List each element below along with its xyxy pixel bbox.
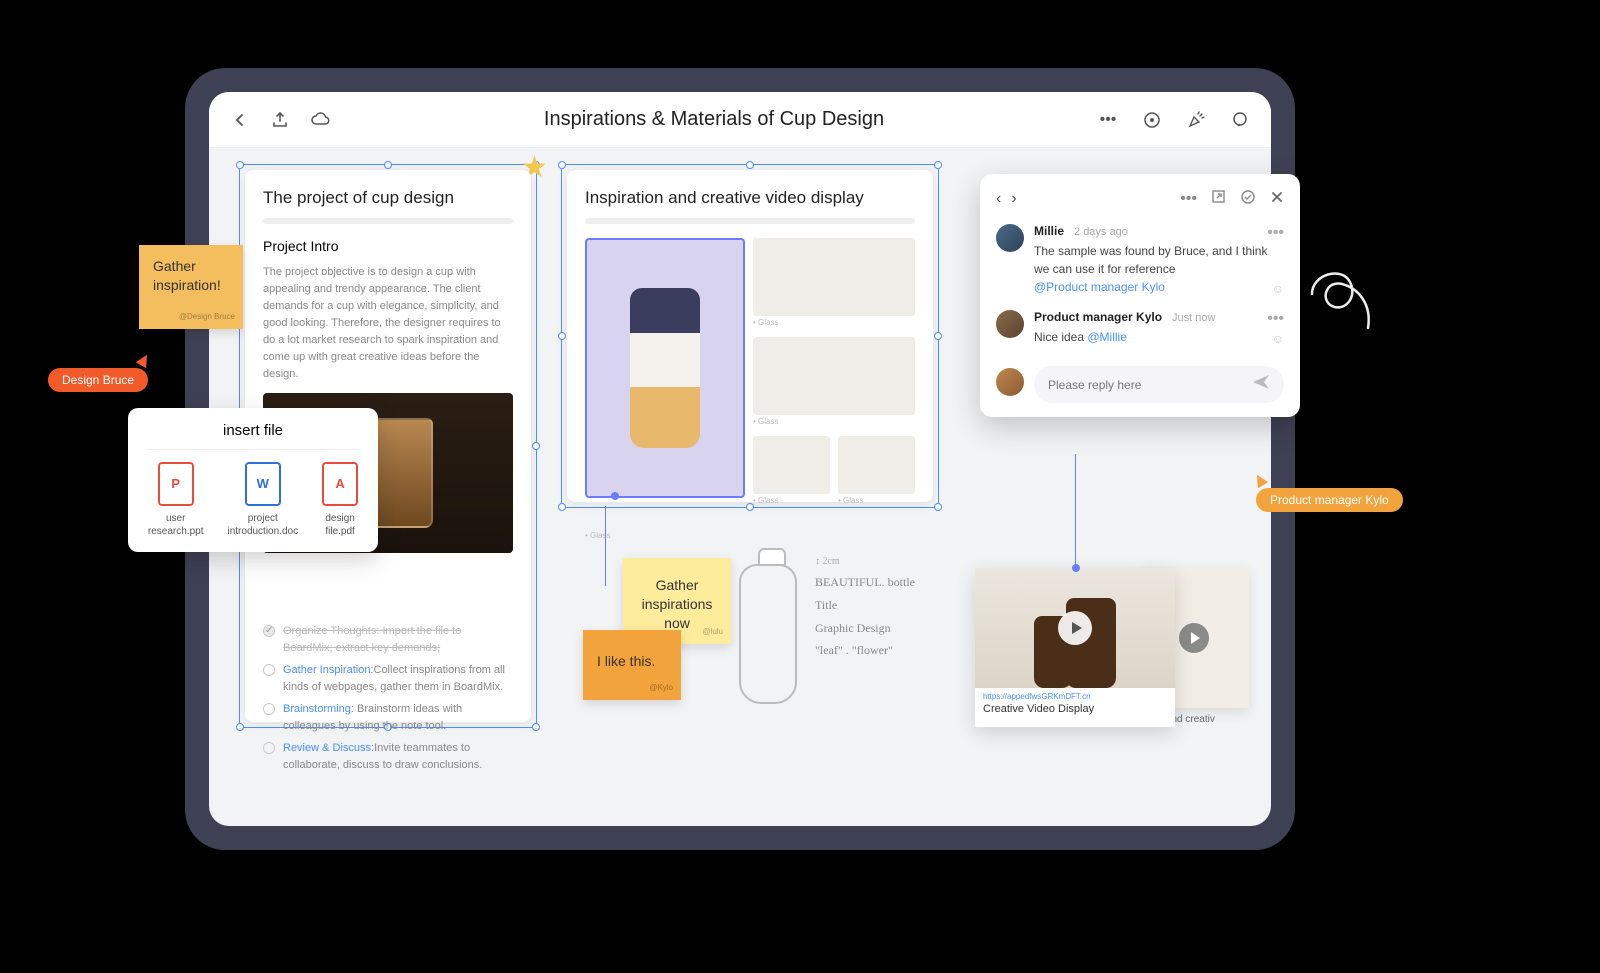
file-list: Puser research.ppt Wproject introduction…: [146, 462, 360, 538]
task-item[interactable]: Brainstorming: Brainstorm ideas with col…: [263, 701, 513, 734]
video-card[interactable]: https://appedfwsGRKmDFT.cn Creative Vide…: [975, 568, 1175, 727]
comment-time: 2 days ago: [1074, 226, 1128, 238]
project-card-title: The project of cup design: [263, 188, 513, 208]
export-icon[interactable]: [269, 109, 291, 131]
avatar: [996, 224, 1024, 252]
sticky-text: Gather inspiration!: [153, 258, 221, 293]
sticky-text: I like this.: [597, 653, 655, 669]
cursor-badge-kylo: Product manager Kylo: [1256, 488, 1403, 512]
prev-icon[interactable]: ‹: [996, 188, 1001, 210]
task-item[interactable]: Review & Discuss:Invite teammates to col…: [263, 740, 513, 773]
bottle-sketch: ↕ 2cm BEAUTIFUL. bottle Title Graphic De…: [739, 548, 969, 704]
inspiration-gallery: • Glass • Glass • Glass • Glass • Glass: [585, 238, 915, 540]
divider: [585, 218, 915, 224]
sticky-note-like[interactable]: I like this. @Kylo: [583, 630, 681, 700]
project-intro-heading: Project Intro: [263, 238, 513, 254]
expand-icon[interactable]: [1211, 189, 1226, 209]
more-icon[interactable]: •••: [1180, 190, 1197, 208]
comment-author: Product manager Kylo: [1034, 310, 1162, 324]
task-item[interactable]: Organize Thoughts: Import the file to Bo…: [263, 623, 513, 656]
avatar: [996, 368, 1024, 396]
record-icon[interactable]: [1141, 109, 1163, 131]
topbar: Inspirations & Materials of Cup Design •…: [209, 92, 1271, 148]
more-icon[interactable]: •••: [1097, 109, 1119, 131]
thumbnail[interactable]: [753, 337, 915, 415]
file-item[interactable]: Wproject introduction.doc: [227, 462, 298, 538]
project-intro-body: The project objective is to design a cup…: [263, 264, 513, 383]
next-icon[interactable]: ›: [1011, 188, 1016, 210]
comment-text: Nice idea @Millie: [1034, 328, 1284, 346]
video-thumbnail: [975, 568, 1175, 688]
comment-item: Millie 2 days ago The sample was found by…: [996, 224, 1284, 296]
connector-line: [605, 506, 606, 586]
comment-icon[interactable]: [1229, 109, 1251, 131]
comment-time: Just now: [1172, 312, 1215, 324]
resolve-icon[interactable]: [1240, 189, 1256, 210]
ppt-icon: P: [158, 462, 194, 506]
inspiration-card[interactable]: Inspiration and creative video display •…: [567, 170, 933, 502]
avatar: [996, 310, 1024, 338]
video-caption: Creative Video Display: [975, 701, 1175, 717]
thumbnail[interactable]: [753, 238, 915, 316]
react-icon[interactable]: ☺: [1272, 332, 1284, 346]
react-icon[interactable]: ☺: [1272, 282, 1284, 296]
comment-more-icon[interactable]: •••: [1267, 224, 1284, 242]
sticky-note-gather[interactable]: Gather inspiration! @Design Bruce: [139, 245, 243, 329]
comments-header: ‹ › •••: [996, 188, 1284, 210]
comment-author: Millie: [1034, 224, 1064, 238]
file-item[interactable]: Adesign file.pdf: [322, 462, 358, 538]
pdf-icon: A: [322, 462, 358, 506]
celebrate-icon[interactable]: [1185, 109, 1207, 131]
sticky-signature: @Design Bruce: [179, 312, 235, 323]
squiggle-doodle: [1302, 254, 1382, 334]
video-url: https://appedfwsGRKmDFT.cn: [975, 688, 1175, 701]
divider: [263, 218, 513, 224]
main-inspiration-image[interactable]: [585, 238, 745, 498]
insert-file-popover[interactable]: insert file Puser research.ppt Wproject …: [128, 408, 378, 552]
task-item[interactable]: Gather Inspiration:Collect inspirations …: [263, 662, 513, 695]
connector-line: [1075, 454, 1076, 568]
comment-more-icon[interactable]: •••: [1267, 310, 1284, 328]
reply-box[interactable]: [1034, 366, 1284, 403]
sticky-signature: @Kylo: [649, 683, 673, 694]
doc-icon: W: [245, 462, 281, 506]
play-icon[interactable]: [1058, 611, 1092, 645]
comment-item: Product manager Kylo Just now Nice idea @…: [996, 310, 1284, 346]
cursor-badge-bruce: Design Bruce: [48, 368, 148, 392]
sticky-signature: @lulu: [702, 627, 723, 638]
play-icon[interactable]: [1179, 623, 1209, 653]
file-item[interactable]: Puser research.ppt: [148, 462, 204, 538]
thumbnail[interactable]: [753, 436, 830, 494]
thumbnail[interactable]: [838, 436, 915, 494]
inspiration-card-title: Inspiration and creative video display: [585, 188, 915, 208]
task-list: Organize Thoughts: Import the file to Bo…: [263, 623, 513, 773]
cloud-icon[interactable]: [309, 109, 331, 131]
insert-file-title: insert file: [146, 422, 360, 439]
sticky-text: Gather inspirations now: [642, 577, 713, 631]
send-icon[interactable]: [1252, 374, 1270, 395]
reply-input[interactable]: [1048, 378, 1242, 392]
comment-text: The sample was found by Bruce, and I thi…: [1034, 242, 1284, 296]
close-icon[interactable]: [1270, 190, 1284, 209]
page-title: Inspirations & Materials of Cup Design: [331, 108, 1097, 131]
comments-panel[interactable]: ‹ › ••• Millie 2 days ago The sample was …: [980, 174, 1300, 417]
back-icon[interactable]: [229, 109, 251, 131]
